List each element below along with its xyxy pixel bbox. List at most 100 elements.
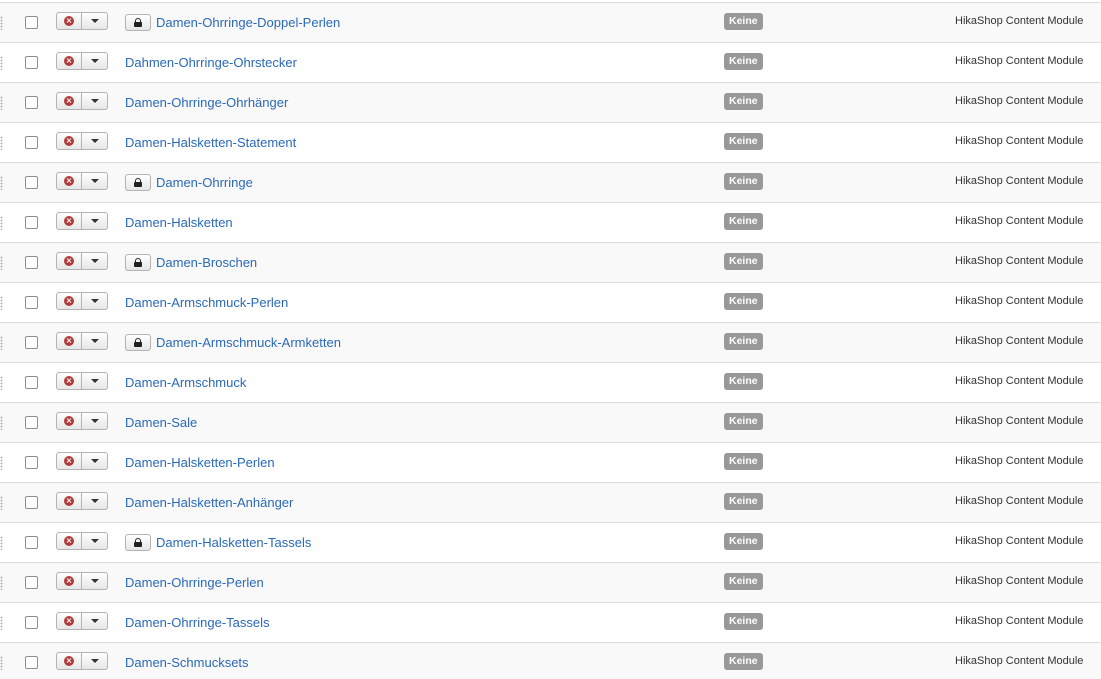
drag-handle-icon[interactable] <box>0 616 3 630</box>
actions-dropdown-button[interactable] <box>82 652 108 670</box>
row-checkbox[interactable] <box>25 336 38 349</box>
drag-handle-icon[interactable] <box>0 256 3 270</box>
module-title-link[interactable]: Damen-Armschmuck <box>125 375 246 390</box>
module-title-link[interactable]: Damen-Ohrringe-Ohrhänger <box>125 95 288 110</box>
status-toggle-button[interactable]: × <box>56 52 82 70</box>
row-checkbox[interactable] <box>25 456 38 469</box>
drag-handle-icon[interactable] <box>0 56 3 70</box>
status-toggle-button[interactable]: × <box>56 212 82 230</box>
unpublished-icon: × <box>64 416 74 426</box>
row-checkbox[interactable] <box>25 616 38 629</box>
row-checkbox[interactable] <box>25 376 38 389</box>
module-title-link[interactable]: Dahmen-Ohrringe-Ohrstecker <box>125 55 297 70</box>
row-checkbox[interactable] <box>25 656 38 669</box>
module-title-link[interactable]: Damen-Armschmuck-Armketten <box>156 335 341 350</box>
status-toggle-button[interactable]: × <box>56 132 82 150</box>
module-title-link[interactable]: Damen-Ohrringe-Perlen <box>125 575 264 590</box>
status-toggle-button[interactable]: × <box>56 92 82 110</box>
actions-dropdown-button[interactable] <box>82 572 108 590</box>
row-checkbox[interactable] <box>25 16 38 29</box>
module-title-link[interactable]: Damen-Broschen <box>156 255 257 270</box>
module-title-link[interactable]: Damen-Sale <box>125 415 197 430</box>
row-checkbox[interactable] <box>25 56 38 69</box>
title-cell: Damen-Armschmuck-Armketten <box>125 332 341 352</box>
row-checkbox[interactable] <box>25 176 38 189</box>
actions-dropdown-button[interactable] <box>82 252 108 270</box>
checkin-button[interactable] <box>125 333 151 351</box>
caret-down-icon <box>90 179 99 183</box>
module-title-link[interactable]: Damen-Halsketten-Statement <box>125 135 296 150</box>
actions-dropdown-button[interactable] <box>82 172 108 190</box>
status-toggle-button[interactable]: × <box>56 572 82 590</box>
actions-dropdown-button[interactable] <box>82 212 108 230</box>
module-type: HikaShop Content Module <box>955 55 1084 67</box>
drag-handle-icon[interactable] <box>0 496 3 510</box>
actions-dropdown-button[interactable] <box>82 412 108 430</box>
drag-handle-icon[interactable] <box>0 136 3 150</box>
status-toggle-button[interactable]: × <box>56 172 82 190</box>
drag-handle-icon[interactable] <box>0 216 3 230</box>
drag-handle-icon[interactable] <box>0 296 3 310</box>
drag-handle-icon[interactable] <box>0 376 3 390</box>
module-title-link[interactable]: Damen-Armschmuck-Perlen <box>125 295 288 310</box>
actions-dropdown-button[interactable] <box>82 492 108 510</box>
status-toggle-button[interactable]: × <box>56 252 82 270</box>
drag-handle-icon[interactable] <box>0 96 3 110</box>
row-checkbox[interactable] <box>25 536 38 549</box>
status-toggle-button[interactable]: × <box>56 412 82 430</box>
checkin-button[interactable] <box>125 13 151 31</box>
actions-dropdown-button[interactable] <box>82 612 108 630</box>
actions-dropdown-button[interactable] <box>82 12 108 30</box>
status-toggle-button[interactable]: × <box>56 452 82 470</box>
status-toggle-button[interactable]: × <box>56 332 82 350</box>
row-checkbox[interactable] <box>25 256 38 269</box>
checkin-button[interactable] <box>125 533 151 551</box>
lock-icon <box>134 177 142 187</box>
actions-dropdown-button[interactable] <box>82 92 108 110</box>
actions-dropdown-button[interactable] <box>82 452 108 470</box>
actions-dropdown-button[interactable] <box>82 292 108 310</box>
drag-handle-icon[interactable] <box>0 656 3 670</box>
actions-dropdown-button[interactable] <box>82 532 108 550</box>
status-toggle-button[interactable]: × <box>56 532 82 550</box>
row-checkbox[interactable] <box>25 96 38 109</box>
actions-dropdown-button[interactable] <box>82 372 108 390</box>
actions-dropdown-button[interactable] <box>82 52 108 70</box>
status-toggle-button[interactable]: × <box>56 652 82 670</box>
module-title-link[interactable]: Damen-Halsketten-Anhänger <box>125 495 293 510</box>
module-title-link[interactable]: Damen-Ohrringe-Doppel-Perlen <box>156 15 340 30</box>
module-title-link[interactable]: Damen-Ohrringe <box>156 175 253 190</box>
lock-icon <box>134 257 142 267</box>
drag-handle-icon[interactable] <box>0 336 3 350</box>
drag-handle-icon[interactable] <box>0 536 3 550</box>
table-row: × Damen-Armschmuck Keine HikaShop Conten… <box>0 362 1101 402</box>
status-toggle-button[interactable]: × <box>56 372 82 390</box>
row-checkbox[interactable] <box>25 216 38 229</box>
module-title-link[interactable]: Damen-Ohrringe-Tassels <box>125 615 270 630</box>
row-checkbox[interactable] <box>25 496 38 509</box>
checkin-button[interactable] <box>125 173 151 191</box>
row-checkbox[interactable] <box>25 416 38 429</box>
drag-handle-icon[interactable] <box>0 576 3 590</box>
drag-handle-icon[interactable] <box>0 416 3 430</box>
caret-down-icon <box>90 659 99 663</box>
title-cell: Damen-Halsketten <box>125 212 233 232</box>
status-toggle-button[interactable]: × <box>56 292 82 310</box>
row-checkbox[interactable] <box>25 576 38 589</box>
row-checkbox[interactable] <box>25 136 38 149</box>
status-toggle-button[interactable]: × <box>56 492 82 510</box>
status-toggle-button[interactable]: × <box>56 12 82 30</box>
checkin-button[interactable] <box>125 253 151 271</box>
row-checkbox[interactable] <box>25 296 38 309</box>
module-title-link[interactable]: Damen-Schmucksets <box>125 655 249 670</box>
actions-dropdown-button[interactable] <box>82 132 108 150</box>
drag-handle-icon[interactable] <box>0 16 3 30</box>
module-title-link[interactable]: Damen-Halsketten <box>125 215 233 230</box>
drag-handle-icon[interactable] <box>0 176 3 190</box>
module-title-link[interactable]: Damen-Halsketten-Perlen <box>125 455 275 470</box>
module-title-link[interactable]: Damen-Halsketten-Tassels <box>156 535 311 550</box>
drag-handle-icon[interactable] <box>0 456 3 470</box>
status-toggle-button[interactable]: × <box>56 612 82 630</box>
actions-dropdown-button[interactable] <box>82 332 108 350</box>
title-cell: Damen-Ohrringe <box>125 172 253 192</box>
